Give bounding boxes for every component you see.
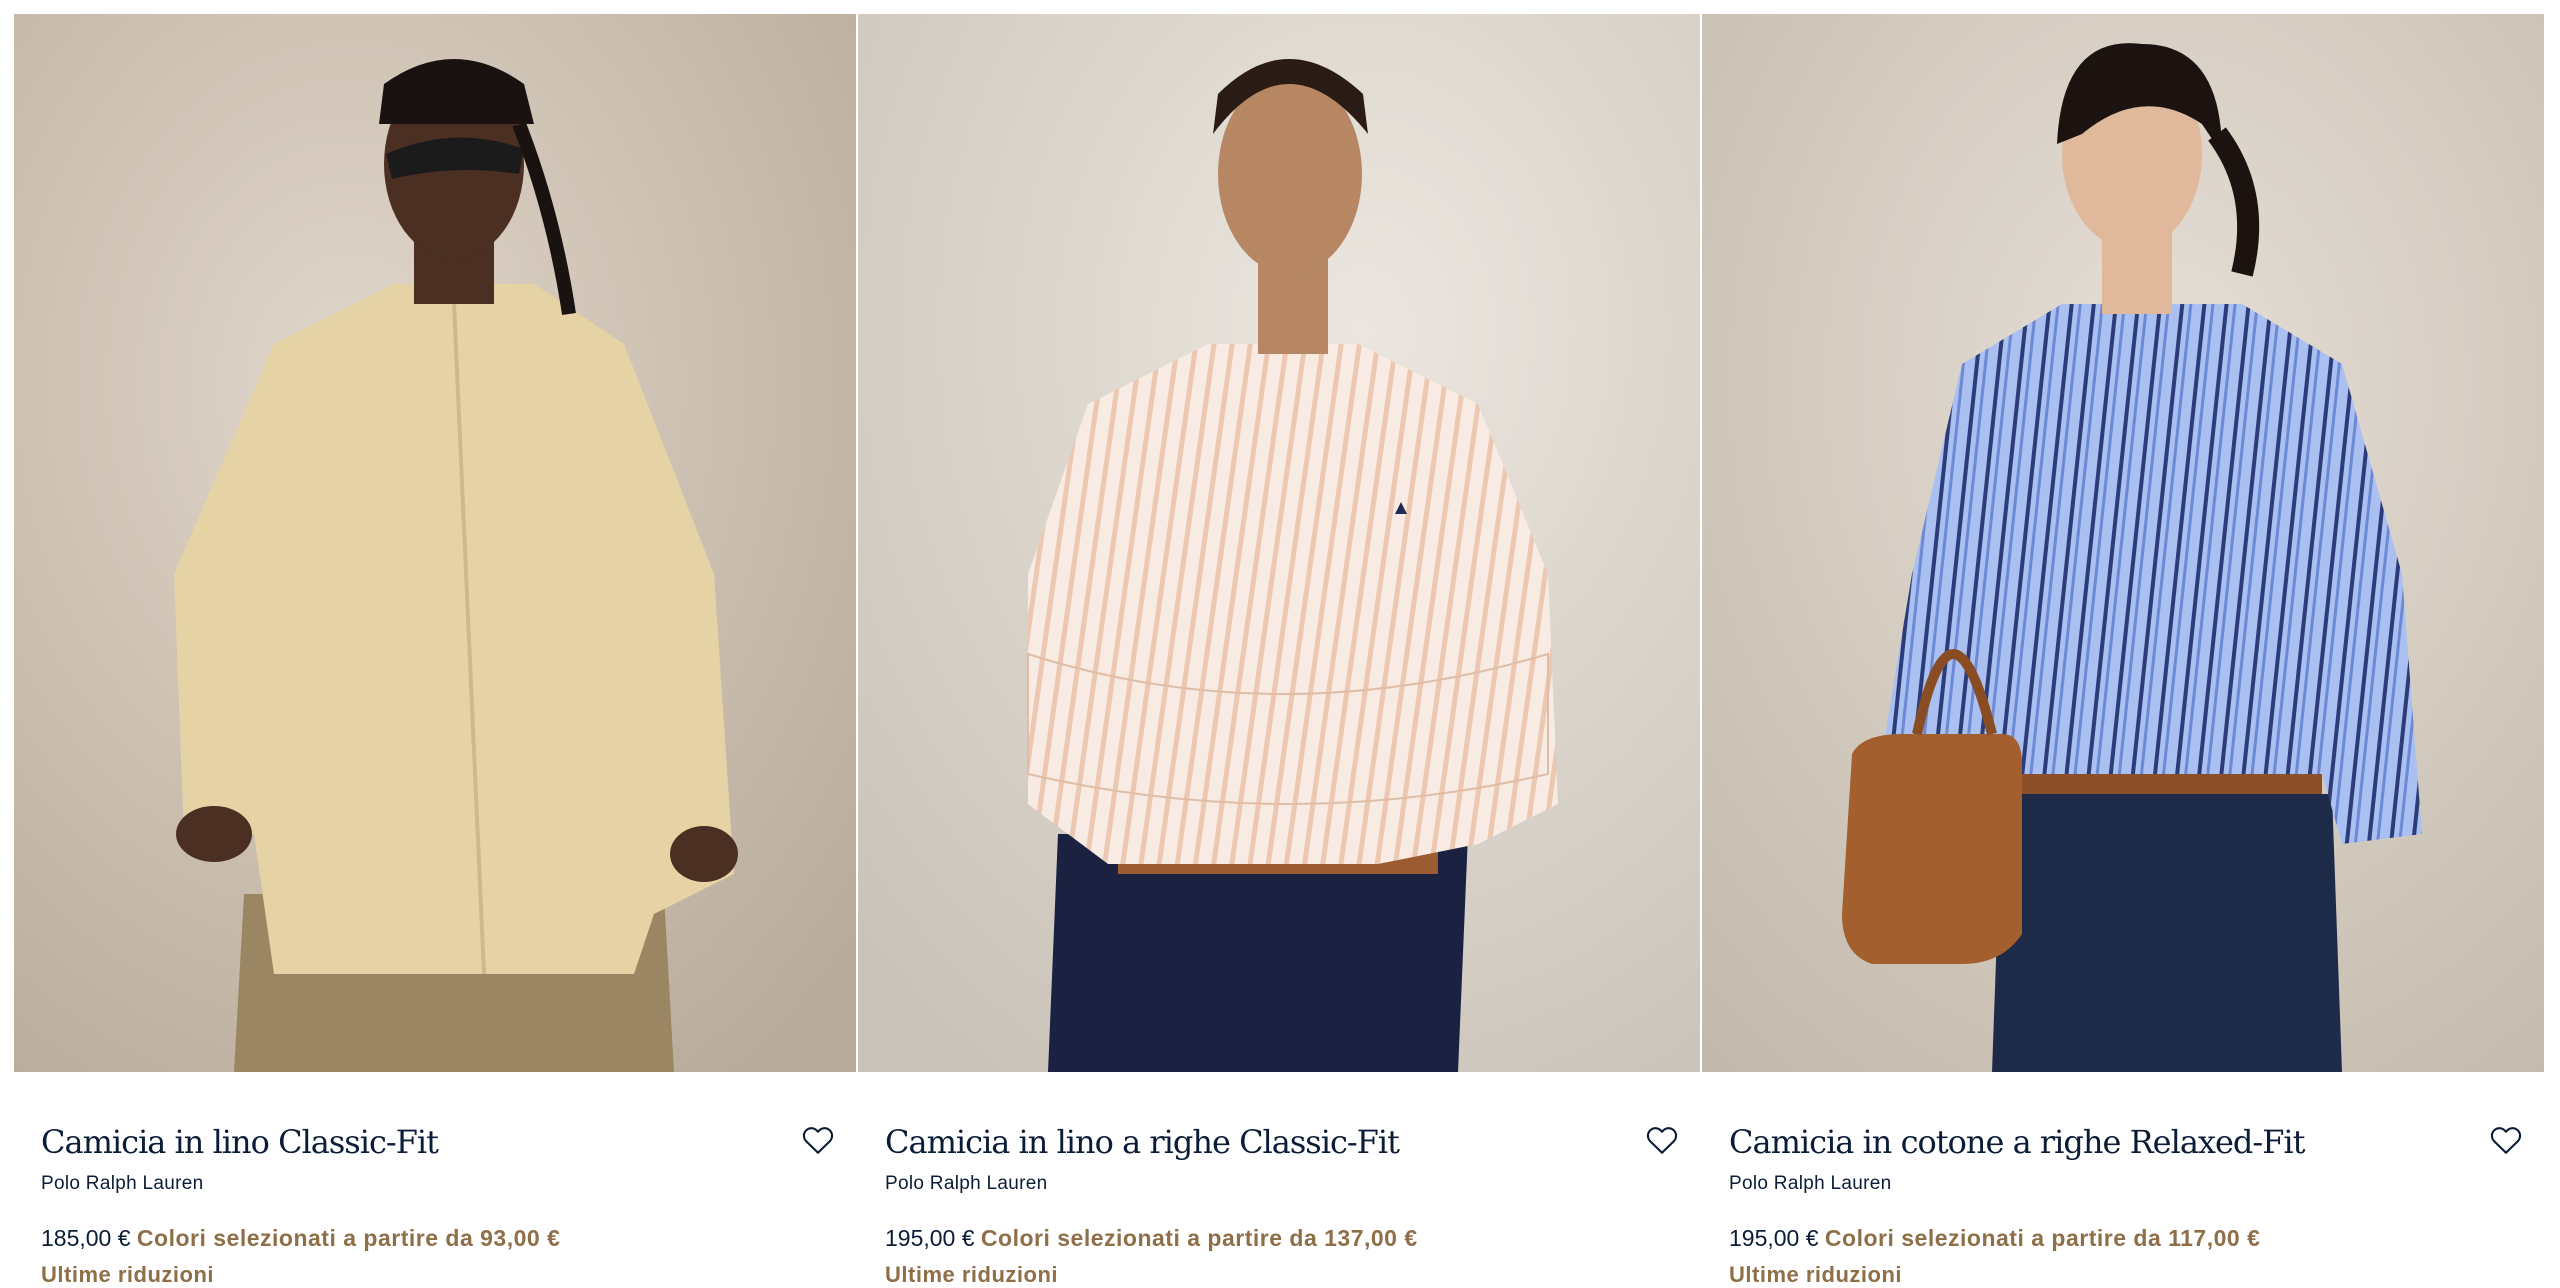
status-badge: Ultime riduzioni [1729, 1262, 1902, 1287]
heart-outline-icon [1646, 1126, 1678, 1154]
product-price: 195,00 € [885, 1225, 975, 1251]
product-image[interactable] [14, 14, 856, 1072]
product-title[interactable]: Camicia in lino a righe Classic-Fit [885, 1123, 1400, 1161]
promo-text: Colori selezionati a partire da 93,00 € [136, 1225, 561, 1251]
product-price: 185,00 € [41, 1225, 131, 1251]
product-brand: Polo Ralph Lauren [885, 1173, 1048, 1194]
product-image[interactable] [858, 14, 1700, 1072]
status-badge: Ultime riduzioni [885, 1262, 1058, 1287]
product-card[interactable]: Camicia in lino a righe Classic-Fit Polo… [858, 14, 1700, 1287]
product-photo-placeholder [14, 14, 856, 1072]
product-title[interactable]: Camicia in cotone a righe Relaxed-Fit [1729, 1123, 2305, 1161]
price-line: 195,00 € Colori selezionati a partire da… [1729, 1225, 2260, 1252]
heart-outline-icon [802, 1126, 834, 1154]
product-photo-placeholder [858, 14, 1700, 1072]
product-title[interactable]: Camicia in lino Classic-Fit [41, 1123, 439, 1161]
promo-text: Colori selezionati a partire da 137,00 € [980, 1225, 1418, 1251]
product-photo-placeholder [1702, 14, 2544, 1072]
price-line: 185,00 € Colori selezionati a partire da… [41, 1225, 560, 1252]
product-image[interactable] [1702, 14, 2544, 1072]
product-brand: Polo Ralph Lauren [41, 1173, 204, 1194]
wishlist-button[interactable] [1642, 1121, 1682, 1161]
status-badge: Ultime riduzioni [41, 1262, 214, 1287]
product-card[interactable]: Camicia in cotone a righe Relaxed-Fit Po… [1702, 14, 2544, 1287]
promo-text: Colori selezionati a partire da 117,00 € [1824, 1225, 2261, 1251]
wishlist-button[interactable] [2486, 1121, 2526, 1161]
product-grid: Camicia in lino Classic-Fit Polo Ralph L… [14, 14, 2546, 1287]
wishlist-button[interactable] [798, 1121, 838, 1161]
product-brand: Polo Ralph Lauren [1729, 1173, 1892, 1194]
heart-outline-icon [2490, 1126, 2522, 1154]
product-price: 195,00 € [1729, 1225, 1819, 1251]
price-line: 195,00 € Colori selezionati a partire da… [885, 1225, 1418, 1252]
product-card[interactable]: Camicia in lino Classic-Fit Polo Ralph L… [14, 14, 856, 1287]
